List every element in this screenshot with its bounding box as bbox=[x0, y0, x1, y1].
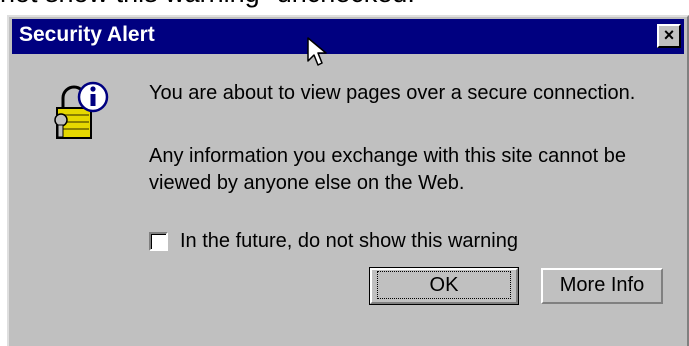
title-bar[interactable]: Security Alert × bbox=[12, 19, 684, 54]
mouse-cursor-icon bbox=[307, 37, 327, 66]
security-alert-dialog: Security Alert × You are about to view p… bbox=[7, 15, 689, 346]
privacy-message-line-2: viewed by anyone else on the Web. bbox=[149, 172, 465, 194]
dont-show-warning-checkbox[interactable] bbox=[149, 232, 168, 251]
dialog-title: Security Alert bbox=[19, 23, 155, 46]
close-icon: × bbox=[663, 25, 675, 45]
lock-info-icon bbox=[54, 81, 109, 139]
more-info-button[interactable]: More Info bbox=[541, 268, 663, 304]
secure-connection-message: You are about to view pages over a secur… bbox=[149, 82, 636, 104]
ok-button-label: OK bbox=[376, 271, 512, 299]
checkbox-label[interactable]: In the future, do not show this warning bbox=[180, 230, 518, 253]
privacy-message-line-1: Any information you exchange with this s… bbox=[149, 145, 626, 167]
background-text: not show this warning" unchecked. bbox=[0, 0, 415, 9]
close-button[interactable]: × bbox=[657, 24, 681, 48]
privacy-message: Any information you exchange with this s… bbox=[149, 143, 626, 197]
ok-button[interactable]: OK bbox=[369, 267, 519, 305]
